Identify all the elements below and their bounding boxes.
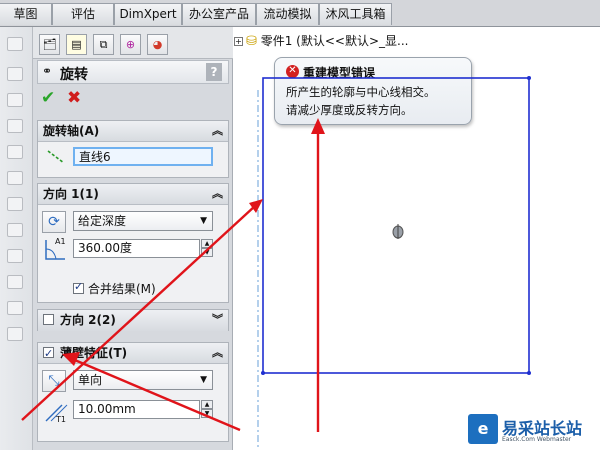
feature-title: 旋转 <box>60 67 88 83</box>
direction1-title: 方向 1(1) <box>43 187 99 201</box>
error-icon: ✕ <box>286 65 299 78</box>
error-title: 重建模型错误 <box>303 66 376 80</box>
dropdown-arrow-icon: ▼ <box>200 216 207 226</box>
direction2-checkbox[interactable] <box>43 314 54 325</box>
merge-result-checkbox[interactable]: 合并结果(M) <box>73 280 156 297</box>
dropdown-arrow-icon: ▼ <box>200 375 207 385</box>
feature-manager-tab-icon[interactable]: 🗂 <box>39 34 60 55</box>
axis-group-header[interactable]: 旋转轴(A) ︽ <box>38 121 228 142</box>
pattern-tool-icon[interactable] <box>7 275 23 289</box>
direction2-header[interactable]: 方向 2(2) ︾ <box>38 310 228 331</box>
mirror-tool-icon[interactable] <box>7 301 23 315</box>
thin-feature-title: 薄壁特征(T) <box>60 346 128 360</box>
display-manager-tab-icon[interactable]: ◕ <box>147 34 168 55</box>
angle-input[interactable]: 360.00度 <box>73 239 200 258</box>
rebuild-error-tooltip: ✕ 重建模型错误 所产生的轮廓与中心线相交。 请减少厚度或反转方向。 <box>274 57 472 125</box>
merge-result-label: 合并结果(M) <box>88 282 156 296</box>
error-message-line-2: 请减少厚度或反转方向。 <box>286 103 413 117</box>
tab-office-products[interactable]: 办公室产品 <box>182 3 256 25</box>
direction2-title: 方向 2(2) <box>60 313 116 327</box>
manager-tab-bar: 🗂 ▤ ⧉ ⊕ ◕ <box>33 27 233 59</box>
collapse-chevron-icon[interactable]: ︽ <box>212 121 223 141</box>
cancel-x-icon[interactable]: ✖ <box>67 90 81 107</box>
direction1-group: 方向 1(1) ︽ ⟳ 给定深度 ▼ A1 360.00度 ▲▼ 合并结果(M) <box>37 183 229 303</box>
dimxpert-manager-tab-icon[interactable]: ⊕ <box>120 34 141 55</box>
shell-tool-icon[interactable] <box>7 249 23 263</box>
expand-tree-icon[interactable]: + <box>234 37 243 46</box>
property-manager-panel: 🗂 ▤ ⧉ ⊕ ◕ ⚭ 旋转 ? ✔ ✖ 旋转轴(A) ︽ 直线6 方向 1(1… <box>33 27 233 450</box>
end-condition-value: 给定深度 <box>78 214 127 228</box>
direction2-group: 方向 2(2) ︾ <box>37 309 229 331</box>
sketch-tool-icon[interactable] <box>7 37 23 51</box>
tab-dimxpert[interactable]: DimXpert <box>114 3 182 25</box>
tab-evaluate[interactable]: 评估 <box>52 3 114 25</box>
part-tree-label: 零件1 (默认<<默认>_显... <box>260 34 409 48</box>
revolve-feature-icon: ⚭ <box>42 64 53 78</box>
thin-feature-header[interactable]: 薄壁特征(T) ︽ <box>38 343 228 364</box>
thin-feature-group: 薄壁特征(T) ︽ ⤡ 单向 ▼ T1 10.00mm ▲▼ <box>37 342 229 442</box>
reverse-thickness-icon[interactable]: ⤡ <box>42 370 66 392</box>
thin-type-select[interactable]: 单向 ▼ <box>73 370 213 390</box>
watermark-logo-icon: e <box>468 414 498 444</box>
more-tools-icon[interactable] <box>7 327 23 341</box>
error-message-line-1: 所产生的轮廓与中心线相交。 <box>286 85 436 99</box>
end-condition-select[interactable]: 给定深度 ▼ <box>73 211 213 231</box>
angle-spinner[interactable]: ▲ ▼ <box>201 239 213 258</box>
angle-icon: A1 <box>42 237 68 263</box>
tab-mufeng-toolbox[interactable]: 沐风工具箱 <box>319 3 392 25</box>
axis-of-revolution-group: 旋转轴(A) ︽ 直线6 <box>37 120 229 178</box>
chamfer-tool-icon[interactable] <box>7 223 23 237</box>
reverse-direction-icon[interactable]: ⟳ <box>42 211 66 233</box>
thickness-icon: T1 <box>42 399 68 425</box>
loft-tool-icon[interactable] <box>7 171 23 185</box>
part-icon: ⛁ <box>246 34 257 49</box>
site-watermark: e 易采站长站 Easck.Com Webmaster <box>466 412 600 450</box>
axis-selection-field[interactable]: 直线6 <box>73 147 213 166</box>
revolve-tool-icon[interactable] <box>7 119 23 133</box>
ok-check-icon[interactable]: ✔ <box>41 90 55 107</box>
extrude-tool-icon[interactable] <box>7 93 23 107</box>
configuration-manager-tab-icon[interactable]: ⧉ <box>93 34 114 55</box>
merge-checkbox-box[interactable] <box>73 280 84 294</box>
help-button[interactable]: ? <box>206 63 222 81</box>
thickness-spinner[interactable]: ▲ ▼ <box>201 400 213 419</box>
feature-tree-flyout[interactable]: + ⛁ 零件1 (默认<<默认>_显... <box>234 32 408 49</box>
property-manager-tab-icon[interactable]: ▤ <box>66 34 87 55</box>
thickness-input[interactable]: 10.00mm <box>73 400 200 419</box>
dimension-tool-icon[interactable] <box>7 67 23 81</box>
tab-sketch[interactable]: 草图 <box>0 3 52 25</box>
sweep-tool-icon[interactable] <box>7 145 23 159</box>
thin-feature-checkbox[interactable] <box>43 344 54 364</box>
expand-chevron-icon[interactable]: ︾ <box>212 310 223 330</box>
feature-title-bar: ⚭ 旋转 ? <box>37 60 229 84</box>
command-manager-tabs: 草图 评估 DimXpert 办公室产品 流动模拟 沐风工具箱 <box>0 0 600 27</box>
fillet-tool-icon[interactable] <box>7 197 23 211</box>
tab-flow-simulation[interactable]: 流动模拟 <box>256 3 319 25</box>
axis-line-icon <box>46 149 66 165</box>
axis-group-title: 旋转轴(A) <box>43 124 100 138</box>
direction1-header[interactable]: 方向 1(1) ︽ <box>38 184 228 205</box>
left-command-strip <box>0 27 33 450</box>
collapse-chevron-icon[interactable]: ︽ <box>212 184 223 204</box>
origin-icon <box>391 223 405 239</box>
thin-type-value: 单向 <box>78 373 103 387</box>
watermark-sub: Easck.Com Webmaster <box>502 436 572 443</box>
graphics-area[interactable]: + ⛁ 零件1 (默认<<默认>_显... ✕ 重建模型错误 所产生的轮廓与中心线… <box>234 27 600 450</box>
collapse-chevron-icon[interactable]: ︽ <box>212 343 223 363</box>
